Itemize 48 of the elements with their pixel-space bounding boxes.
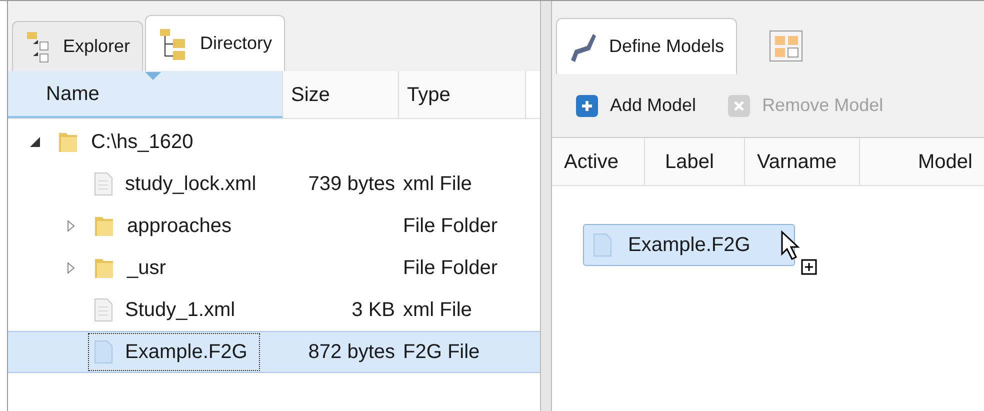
sort-arrow-icon [145, 72, 161, 80]
file-type: xml File [403, 173, 472, 195]
tab[interactable]: Define Models [556, 18, 738, 74]
tree-row[interactable]: Study_1.xml 3 KB xml File [8, 289, 540, 331]
document-icon [93, 172, 113, 196]
folder-icon [93, 256, 115, 280]
file-type: File Folder [403, 257, 498, 279]
file-name: study_lock.xml [125, 172, 256, 197]
tree-row[interactable]: approaches File Folder [8, 205, 540, 247]
file-name: _usr [127, 256, 166, 281]
folder-icon [93, 214, 115, 238]
column-header[interactable]: Label [645, 138, 745, 185]
tree-row[interactable]: C:\hs_1620 [8, 121, 540, 163]
file-type: File Folder [403, 215, 498, 237]
expand-icon[interactable] [67, 220, 75, 232]
close-icon [728, 94, 750, 116]
file-name: approaches [127, 214, 232, 239]
expand-icon[interactable] [67, 262, 75, 274]
column-header[interactable]: Size [283, 71, 399, 118]
document-icon [93, 298, 113, 322]
column-header[interactable]: Model [860, 138, 972, 185]
tree-row[interactable]: _usr File Folder [8, 247, 540, 289]
collapse-icon[interactable] [30, 137, 40, 147]
tree-icon [25, 30, 51, 64]
tree-row[interactable]: study_lock.xml 739 bytes xml File [8, 163, 540, 205]
file-name: Example.F2G [125, 340, 248, 365]
file-size: 3 KB [352, 299, 395, 321]
folder-icon [57, 130, 79, 154]
tree-row[interactable]: Example.F2G 872 bytes F2G File [8, 331, 540, 373]
add-model-button[interactable]: Add Model [576, 92, 696, 119]
document-icon [93, 340, 113, 364]
tab[interactable]: Directory [145, 15, 286, 71]
file-size: 872 bytes [308, 341, 395, 363]
column-header[interactable]: Active [552, 138, 645, 185]
file-name: Study_1.xml [125, 298, 236, 323]
column-header[interactable]: Type [399, 71, 526, 118]
layout-grid-icon[interactable] [769, 30, 804, 62]
file-type: xml File [403, 299, 472, 321]
file-size: 739 bytes [308, 173, 395, 195]
column-header[interactable]: Name [8, 71, 283, 118]
file-name: C:\hs_1620 [91, 130, 194, 155]
document-icon [592, 233, 612, 257]
pipe-icon [569, 32, 597, 62]
plus-icon [576, 94, 598, 116]
tab[interactable]: Explorer [12, 21, 144, 71]
column-header[interactable]: Varname [745, 138, 860, 185]
file-type: F2G File [403, 341, 480, 363]
drag-item: Example.F2G [583, 224, 795, 266]
